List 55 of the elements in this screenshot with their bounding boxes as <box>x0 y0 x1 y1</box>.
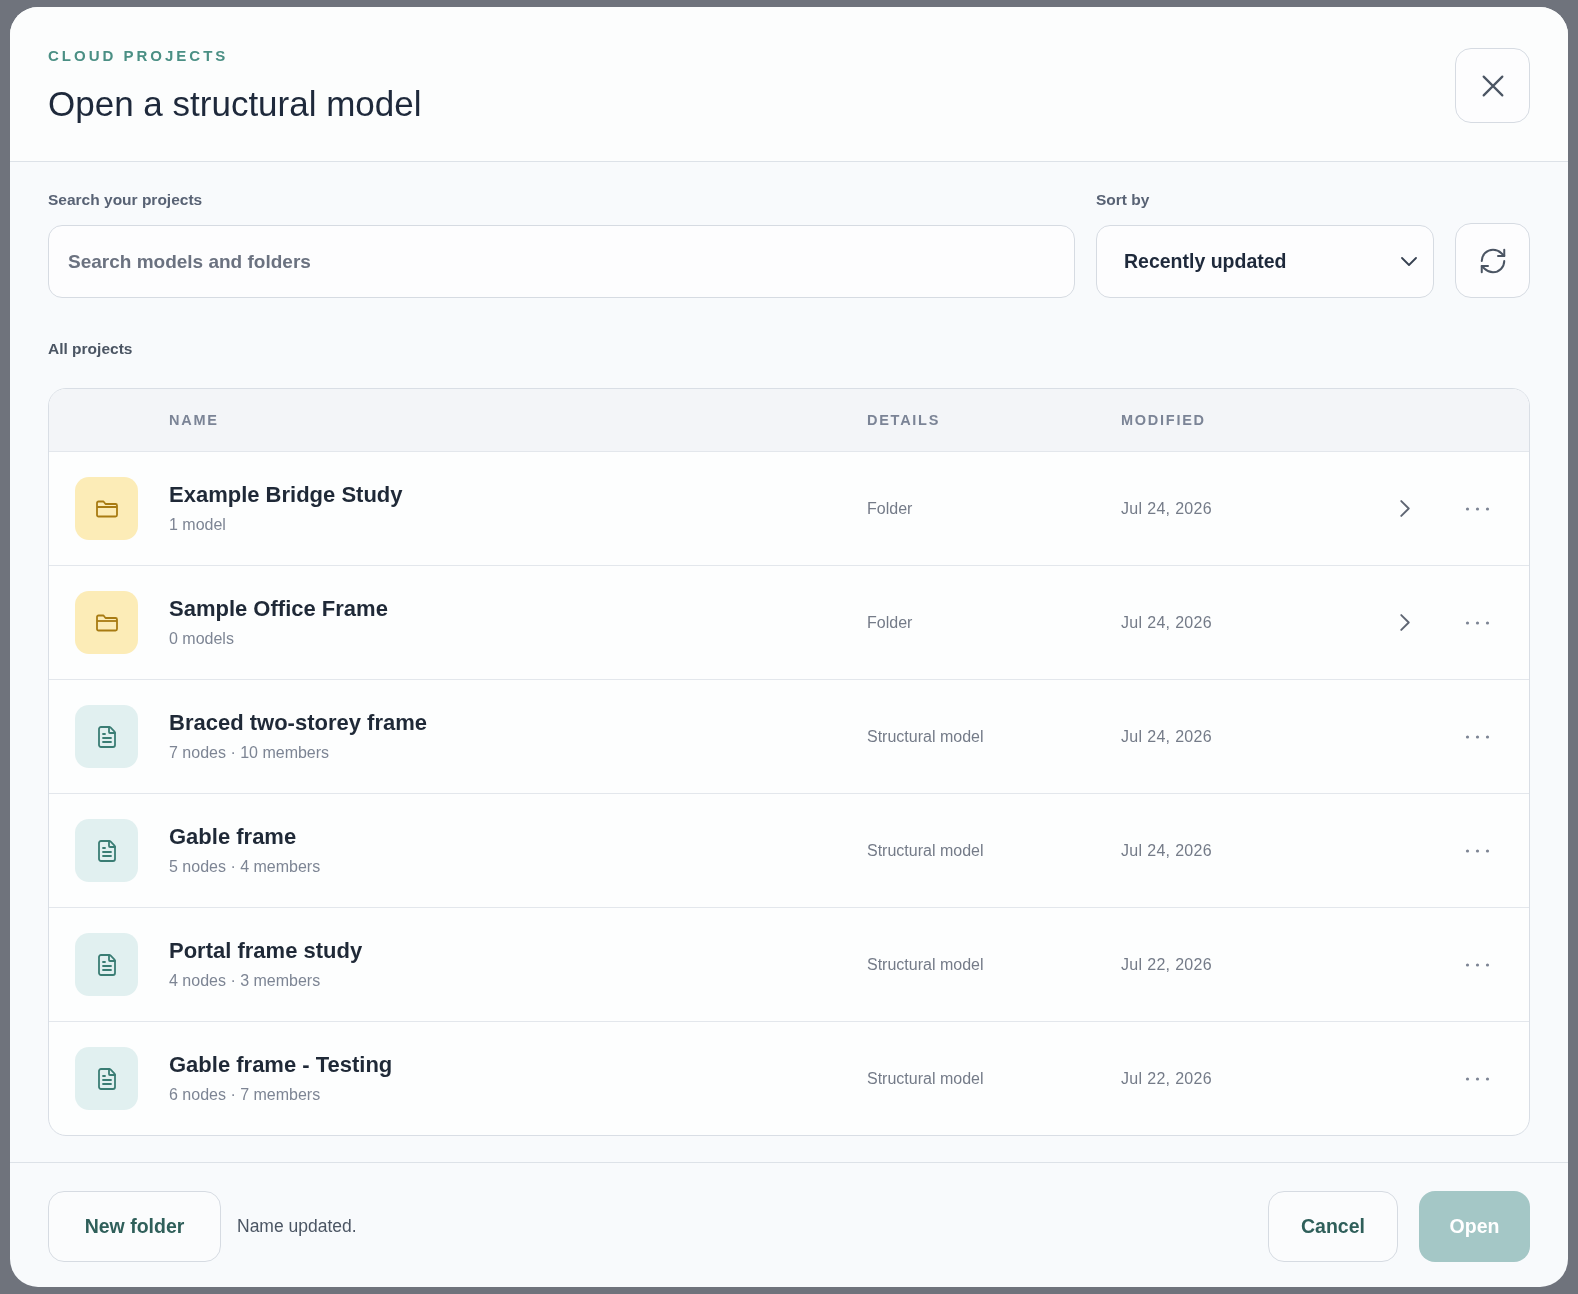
document-icon <box>75 1047 138 1110</box>
project-modified: Jul 22, 2026 <box>1121 955 1213 973</box>
cancel-button[interactable]: Cancel <box>1268 1191 1398 1262</box>
project-details: Structural model <box>867 841 984 859</box>
project-details: Structural model <box>867 1069 984 1087</box>
column-header: MODIFIED <box>1121 412 1206 428</box>
chevron-right-icon[interactable] <box>1400 500 1410 517</box>
project-name: Gable frame - Testing <box>169 1051 393 1079</box>
project-modified: Jul 24, 2026 <box>1121 499 1213 517</box>
search-field[interactable]: Search models and folders <box>48 225 1075 298</box>
dialog-title: Open a structural model <box>48 84 422 124</box>
project-modified: Jul 24, 2026 <box>1121 613 1213 631</box>
more-options-icon[interactable] <box>1464 506 1490 511</box>
more-options-icon[interactable] <box>1464 962 1490 967</box>
project-summary: 7 nodes · 10 members <box>169 743 330 763</box>
project-summary: 0 models <box>169 629 234 649</box>
more-options-icon[interactable] <box>1464 620 1490 625</box>
refresh-button[interactable] <box>1455 223 1530 298</box>
chevron-right-icon[interactable] <box>1400 614 1410 631</box>
project-details: Folder <box>867 499 913 517</box>
folder-icon <box>75 591 138 654</box>
project-name: Example Bridge Study <box>169 481 403 509</box>
column-header: NAME <box>169 412 219 428</box>
dialog-eyebrow: CLOUD PROJECTS <box>48 46 229 66</box>
more-options-icon[interactable] <box>1464 734 1490 739</box>
project-name: Portal frame study <box>169 937 363 965</box>
chevron-down-icon <box>1401 257 1417 266</box>
status-message: Name updated. <box>237 1215 357 1239</box>
project-summary: 4 nodes · 3 members <box>169 971 321 991</box>
folder-icon <box>75 477 138 540</box>
more-options-icon[interactable] <box>1464 1076 1490 1081</box>
project-name: Gable frame <box>169 823 297 851</box>
column-header: DETAILS <box>867 412 941 428</box>
project-details: Structural model <box>867 727 984 745</box>
document-icon <box>75 933 138 996</box>
project-summary: 6 nodes · 7 members <box>169 1085 321 1105</box>
project-modified: Jul 24, 2026 <box>1121 841 1213 859</box>
close-button[interactable] <box>1455 48 1530 123</box>
project-name: Braced two-storey frame <box>169 709 427 737</box>
more-options-icon[interactable] <box>1464 848 1490 853</box>
project-details: Folder <box>867 613 913 631</box>
sort-label: Sort by <box>1096 190 1150 210</box>
project-name: Sample Office Frame <box>169 595 388 623</box>
project-modified: Jul 22, 2026 <box>1121 1069 1213 1087</box>
document-icon <box>75 705 138 768</box>
new-folder-button[interactable]: New folder <box>48 1191 221 1262</box>
search-label: Search your projects <box>48 190 203 210</box>
close-icon <box>1481 74 1504 97</box>
section-title: All projects <box>48 340 133 357</box>
document-icon <box>75 819 138 882</box>
project-summary: 1 model <box>169 515 226 535</box>
project-modified: Jul 24, 2026 <box>1121 727 1213 745</box>
sort-select[interactable]: Recently updated <box>1096 225 1434 298</box>
project-details: Structural model <box>867 955 984 973</box>
project-summary: 5 nodes · 4 members <box>169 857 321 877</box>
